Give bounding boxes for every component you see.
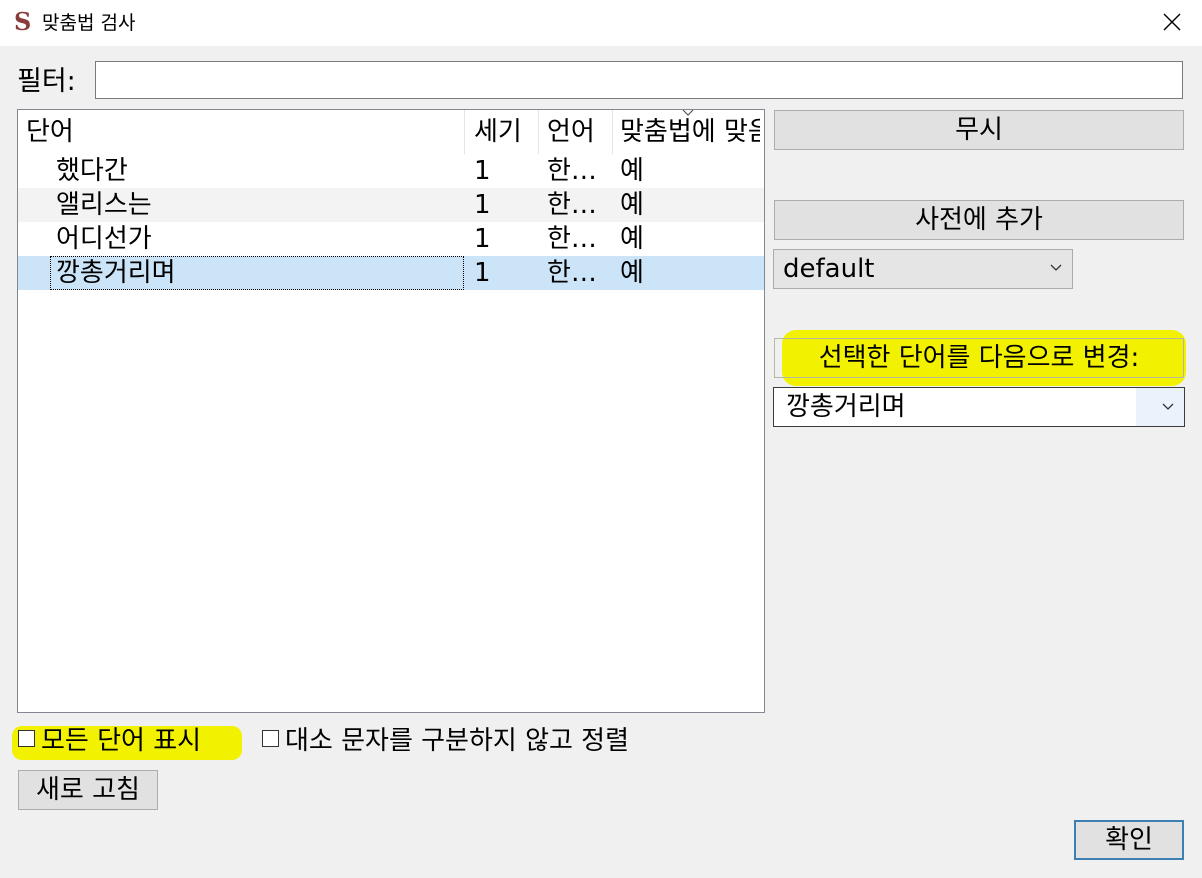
language-cell: 한… [547,190,597,220]
word-cell: 어디선가 [56,224,152,254]
word-cell: 했다간 [56,156,128,186]
language-cell: 한… [547,224,597,254]
ok-button[interactable]: 확인 [1074,820,1184,860]
column-header-language[interactable]: 언어 [547,110,613,154]
change-selected-word-button[interactable]: 선택한 단어를 다음으로 변경: [774,338,1184,378]
list-header: 단어 세기 언어 맞춤법에 맞음 [18,110,764,154]
correct-cell: 예 [620,190,644,220]
window-title: 맞춤법 검사 [42,12,136,34]
count-cell: 1 [474,156,491,186]
count-cell: 1 [474,258,491,288]
dictionary-select-value: default [783,254,875,284]
correct-cell: 예 [620,156,644,186]
chevron-down-icon [1162,403,1174,410]
list-item[interactable]: 어디선가 1 한… 예 [18,222,764,256]
dropdown-button[interactable] [1136,388,1184,426]
correct-cell: 예 [620,224,644,254]
column-header-count[interactable]: 세기 [474,110,542,154]
title-bar: S 맞춤법 검사 [0,0,1202,46]
show-all-words-label: 모든 단어 표시 [41,726,202,756]
replacement-select[interactable]: 깡총거리며 [773,387,1185,427]
app-logo-icon: S [14,7,32,36]
language-cell: 한… [547,258,597,288]
add-to-dictionary-button[interactable]: 사전에 추가 [774,200,1184,240]
close-icon [1163,13,1181,31]
sort-descending-icon [682,110,694,116]
filter-label: 필터: [17,66,76,97]
list-item[interactable]: 했다간 1 한… 예 [18,154,764,188]
filter-input[interactable] [95,61,1183,99]
case-insensitive-sort-label: 대소 문자를 구분하지 않고 정렬 [285,726,630,756]
word-cell: 깡총거리며 [56,258,176,288]
ignore-button[interactable]: 무시 [774,110,1184,150]
chevron-down-icon [1050,264,1062,271]
refresh-button[interactable]: 새로 고침 [18,770,158,810]
word-list[interactable]: 단어 세기 언어 맞춤법에 맞음 했다간 1 한… 예 앨리스는 1 한… 예 … [17,109,765,713]
count-cell: 1 [474,224,491,254]
show-all-words-checkbox[interactable] [18,730,35,747]
replacement-select-value: 깡총거리며 [786,392,906,422]
close-button[interactable] [1142,0,1202,46]
language-cell: 한… [547,156,597,186]
case-insensitive-sort-option[interactable]: 대소 문자를 구분하지 않고 정렬 [262,724,629,758]
list-item[interactable]: 앨리스는 1 한… 예 [18,188,764,222]
dictionary-select[interactable]: default [773,249,1073,289]
correct-cell: 예 [620,258,644,288]
word-cell: 앨리스는 [56,190,152,220]
list-item-selected[interactable]: 깡총거리며 1 한… 예 [18,256,764,290]
show-all-words-option[interactable]: 모든 단어 표시 [18,724,201,758]
column-header-word[interactable]: 단어 [26,110,466,154]
case-insensitive-sort-checkbox[interactable] [262,730,279,747]
count-cell: 1 [474,190,491,220]
